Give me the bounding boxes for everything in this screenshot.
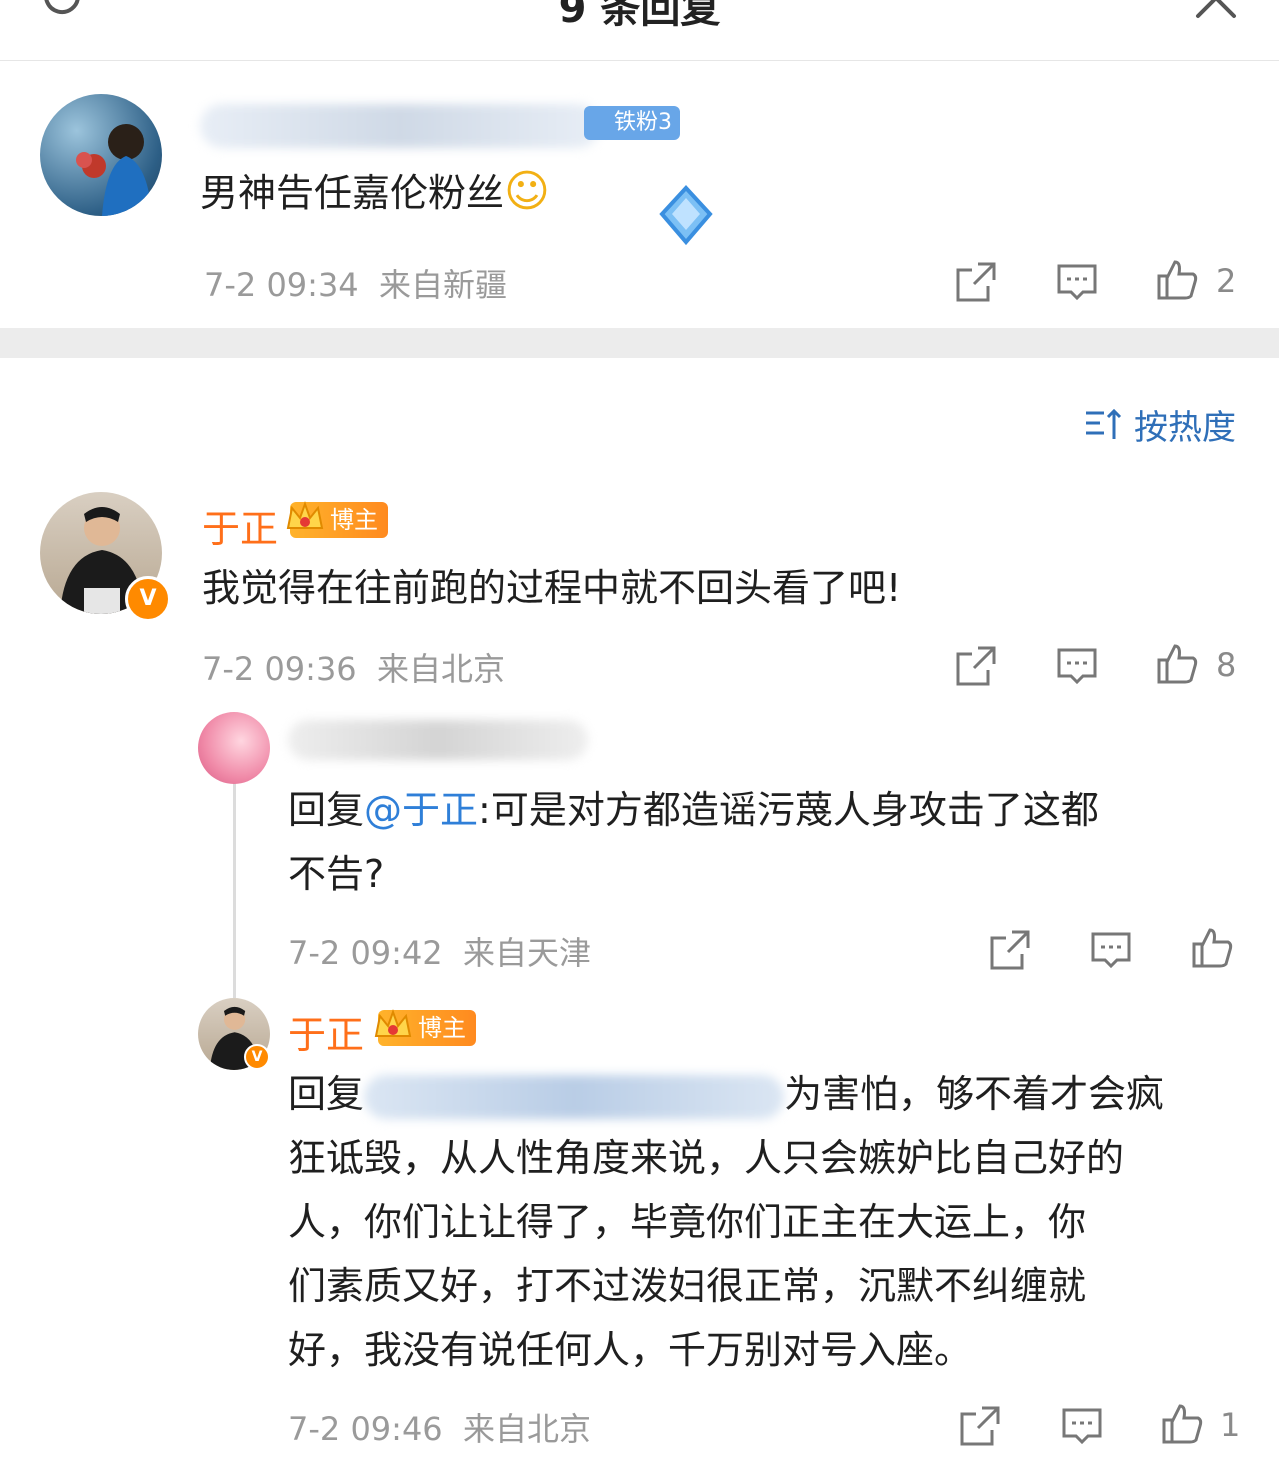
username[interactable]: 于正 [202, 498, 278, 553]
comment-meta: 7-2 09:34 来自新疆 [204, 266, 508, 304]
share-icon[interactable] [958, 1404, 1002, 1448]
comment-icon[interactable] [1055, 260, 1099, 304]
comment-icon[interactable] [1060, 1404, 1104, 1448]
like-icon[interactable] [1155, 258, 1199, 302]
like-icon[interactable] [1190, 926, 1234, 970]
share-icon[interactable] [954, 644, 998, 688]
verified-badge: V [244, 1044, 270, 1070]
reply-text: 回复 为害怕，够不着才会疯 狂诋毁，从人性角度来说，人只会嫉妒比自己好的 人，你们… [288, 1072, 1165, 1372]
diamond-sticker-icon [659, 185, 713, 246]
username[interactable]: 于正 [288, 1004, 364, 1059]
like-count: 2 [1216, 262, 1237, 300]
fan-badge: 铁粉3 [584, 106, 680, 140]
like-icon[interactable] [1160, 1402, 1204, 1446]
close-icon[interactable] [1192, 0, 1240, 22]
username-redacted [288, 720, 588, 760]
share-icon[interactable] [954, 260, 998, 304]
crown-icon [286, 501, 324, 529]
like-icon[interactable] [1155, 642, 1199, 686]
reply-meta: 7-2 09:42 来自天津 [288, 934, 592, 972]
share-icon[interactable] [988, 928, 1032, 972]
sort-icon [1086, 408, 1122, 439]
reply-meta: 7-2 09:46 来自北京 [288, 1410, 592, 1448]
sort-toggle[interactable]: 按热度 [1084, 400, 1236, 449]
comment-text: 男神告任嘉伦粉丝☺ [200, 166, 550, 217]
username-redacted [200, 104, 600, 148]
dialog-title: 9 条回复 [558, 0, 721, 32]
reply-text: 我觉得在往前跑的过程中就不回头看了吧! [202, 566, 902, 610]
avatar[interactable] [40, 94, 162, 216]
blogger-badge: 博主 [374, 1009, 476, 1046]
avatar[interactable] [198, 712, 270, 784]
reply-meta: 7-2 09:36 来自北京 [202, 650, 506, 688]
verified-badge: V [125, 576, 171, 622]
reply-text: 回复@于正:可是对方都造谣污蔑人身攻击了这都 不告? [288, 788, 1099, 896]
smile-emoji: ☺ [504, 166, 550, 217]
dialog-header: 9 条回复 [0, 0, 1279, 61]
mention-redacted [364, 1074, 785, 1119]
like-count: 1 [1220, 1406, 1241, 1444]
blogger-badge: 博主 [286, 501, 388, 538]
section-divider [0, 328, 1279, 358]
comment-icon[interactable] [1089, 928, 1133, 972]
sort-label: 按热度 [1134, 408, 1236, 448]
crown-icon [374, 1009, 412, 1037]
thread-line [233, 780, 236, 998]
comment-icon[interactable] [1055, 644, 1099, 688]
like-count: 8 [1216, 646, 1237, 684]
mention-link[interactable]: @于正 [364, 788, 478, 832]
